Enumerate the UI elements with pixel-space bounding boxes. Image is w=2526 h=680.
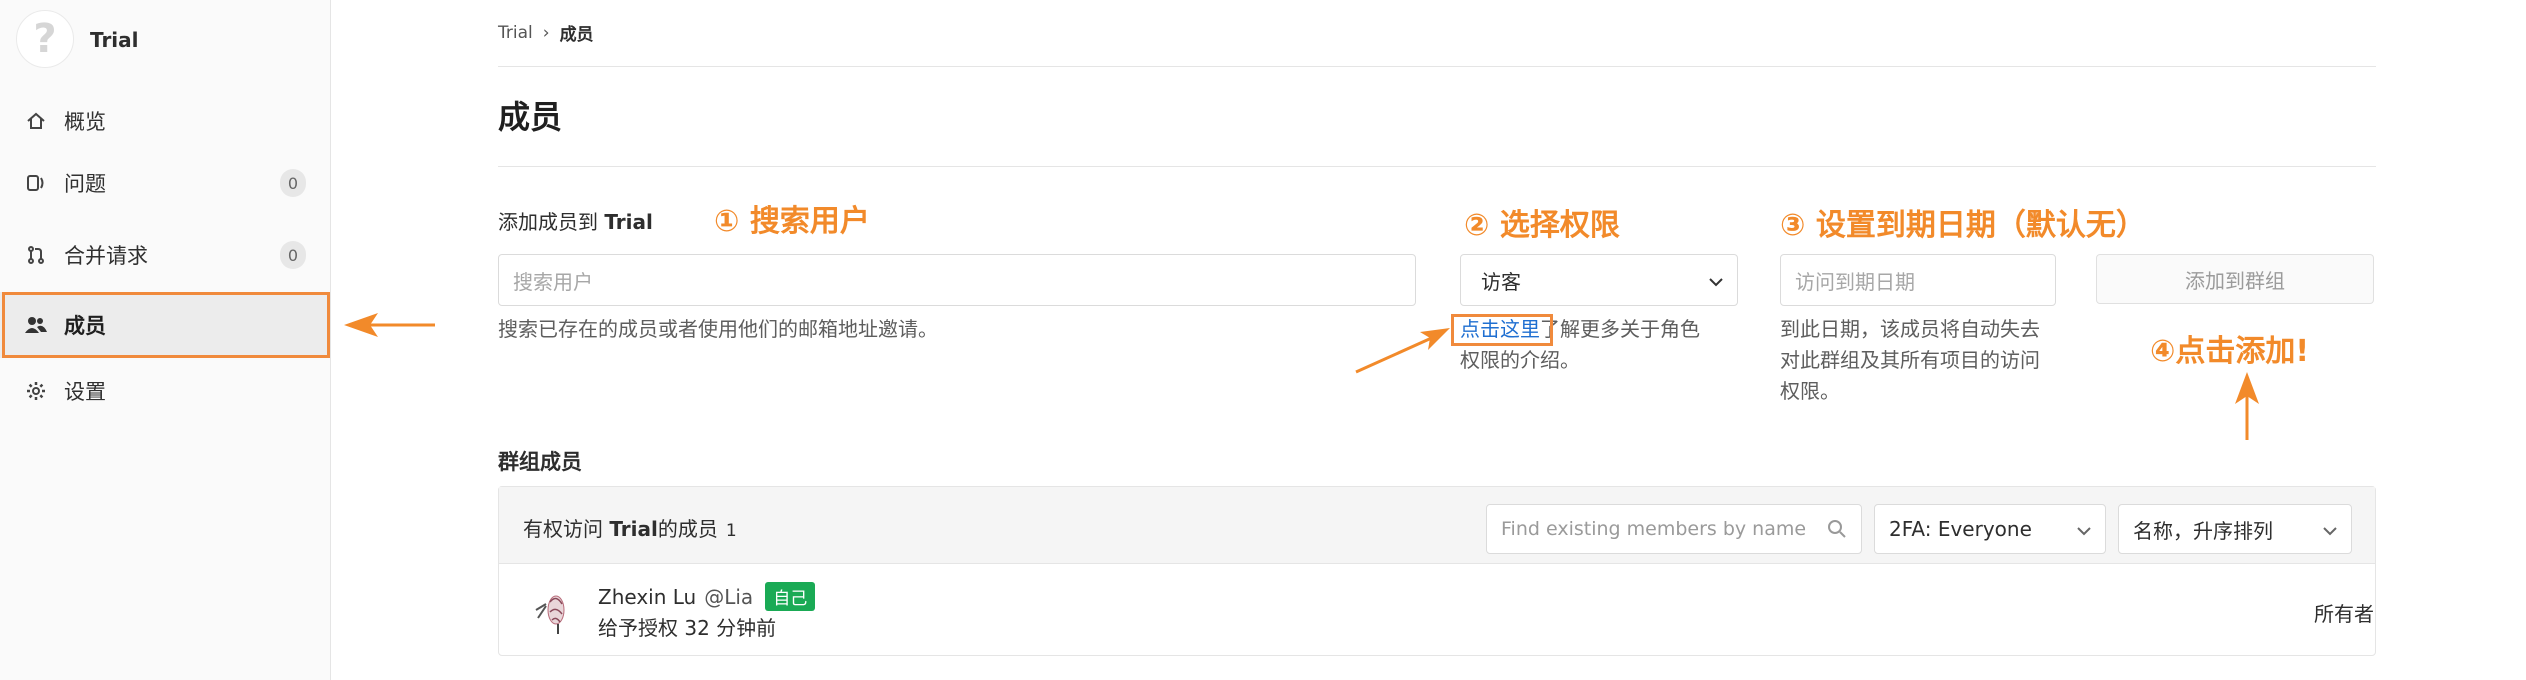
member-filter-input[interactable]: Find existing members by name: [1486, 504, 1862, 554]
chevron-down-icon: [1709, 268, 1723, 292]
twofa-filter-value: 2FA: Everyone: [1889, 517, 2032, 541]
role-select-value: 访客: [1481, 269, 1521, 294]
annotation-step-3: ③ 设置到期日期（默认无）: [1780, 208, 2146, 243]
expiry-help-text: 到此日期，该成员将自动失去 对此群组及其所有项目的访问 权限。: [1780, 317, 2040, 403]
group-members-title: 群组成员: [498, 450, 582, 474]
member-role: 所有者: [2314, 602, 2374, 626]
sort-select[interactable]: 名称，升序排列: [2118, 504, 2352, 554]
self-badge: 自己: [765, 582, 816, 611]
group-avatar[interactable]: ?: [16, 10, 74, 68]
gear-icon: [22, 381, 50, 401]
search-user-input[interactable]: 搜索用户: [498, 254, 1416, 306]
role-select[interactable]: 访客: [1460, 254, 1738, 306]
sidebar-item-settings[interactable]: 设置: [0, 358, 330, 424]
member-name[interactable]: Zhexin Lu: [598, 585, 696, 609]
issues-icon: [22, 173, 50, 193]
members-panel-title: 有权访问 Trial的成员 1: [523, 517, 737, 541]
sort-value: 名称，升序排列: [2133, 518, 2273, 543]
sidebar-item-label: 设置: [64, 380, 106, 404]
annotation-arrow-diagonal: [1355, 328, 1450, 374]
search-help-text: 搜索已存在的成员或者使用他们的邮箱地址邀请。: [498, 317, 938, 341]
page-title: 成员: [498, 98, 563, 136]
breadcrumb: Trial › 成员: [498, 20, 594, 46]
merge-requests-count-badge: 0: [280, 241, 306, 269]
sidebar-item-issues[interactable]: 问题 0: [0, 150, 330, 216]
annotation-step-4: ④点击添加!: [2150, 334, 2310, 369]
member-username: @Lia: [704, 584, 754, 609]
divider: [498, 66, 2376, 67]
sidebar-item-label: 概览: [64, 110, 106, 134]
highlight-box-members: [2, 292, 330, 358]
sidebar-item-overview[interactable]: 概览: [0, 88, 330, 154]
annotation-arrow-left: [344, 313, 435, 337]
member-count: 1: [725, 521, 737, 541]
sidebar-item-label: 合并请求: [64, 244, 148, 268]
twofa-filter-select[interactable]: 2FA: Everyone: [1874, 504, 2106, 554]
sidebar: ? Trial 概览 问题 0 合并请求 0 成员 设置: [0, 0, 331, 680]
merge-request-icon: [22, 245, 50, 265]
breadcrumb-current[interactable]: 成员: [560, 20, 594, 45]
sidebar-item-merge-requests[interactable]: 合并请求 0: [0, 222, 330, 288]
chevron-down-icon: [2077, 517, 2091, 541]
avatar[interactable]: [528, 584, 580, 636]
add-to-group-button[interactable]: 添加到群组: [2096, 254, 2374, 304]
expiry-date-input[interactable]: 访问到期日期: [1780, 254, 2056, 306]
member-name-row: Zhexin Lu @Lia 自己: [598, 582, 816, 611]
annotation-arrow-up: [2235, 372, 2259, 440]
home-icon: [22, 111, 50, 131]
issues-count-badge: 0: [280, 169, 306, 197]
member-granted-time: 给予授权 32 分钟前: [598, 616, 777, 640]
search-icon: [1827, 519, 1847, 544]
breadcrumb-separator-icon: ›: [542, 22, 550, 43]
invite-label: 添加成员到 Trial: [498, 210, 653, 234]
divider: [498, 166, 2376, 167]
annotation-step-1: ① 搜索用户: [714, 204, 870, 239]
annotation-step-2: ② 选择权限: [1464, 208, 1620, 243]
highlight-box-link: [1451, 314, 1553, 346]
sidebar-item-label: 问题: [64, 172, 106, 196]
group-name[interactable]: Trial: [90, 28, 139, 52]
breadcrumb-root[interactable]: Trial: [498, 23, 533, 43]
chevron-down-icon: [2323, 517, 2337, 541]
